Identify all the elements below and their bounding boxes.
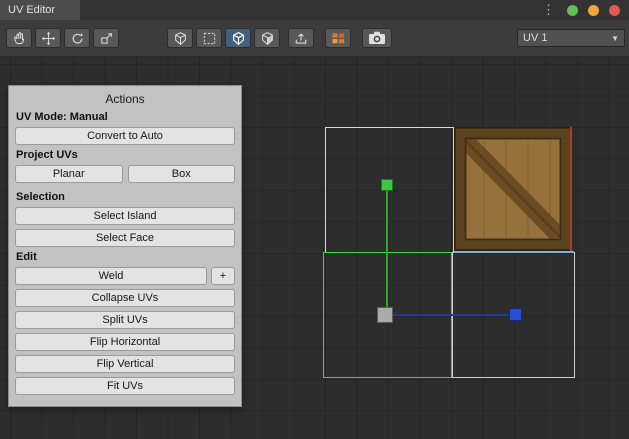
pan-tool-button[interactable] bbox=[6, 28, 32, 48]
gizmo-x-handle[interactable] bbox=[509, 308, 522, 321]
project-uvs-label: Project UVs bbox=[16, 149, 234, 161]
window-controls: ⋮ bbox=[542, 0, 620, 20]
uv-set-dropdown[interactable]: UV 1 ▼ bbox=[517, 29, 625, 47]
hand-icon bbox=[12, 31, 27, 46]
chevron-down-icon: ▼ bbox=[611, 34, 619, 43]
cube-outline-icon bbox=[173, 31, 188, 46]
window-button-yellow[interactable] bbox=[588, 5, 599, 16]
window-button-red[interactable] bbox=[609, 5, 620, 16]
scale-tool-button[interactable] bbox=[93, 28, 119, 48]
crate-texture-image bbox=[454, 127, 572, 251]
planar-button[interactable]: Planar bbox=[15, 165, 123, 183]
texture-preview-button[interactable] bbox=[325, 28, 351, 48]
gizmo-axis-y-line bbox=[386, 190, 388, 316]
scale-icon bbox=[99, 31, 114, 46]
flip-vertical-button[interactable]: Flip Vertical bbox=[15, 355, 235, 373]
select-mode-group bbox=[167, 28, 283, 48]
uv-editor-window: UV Editor ⋮ bbox=[0, 0, 629, 439]
camera-icon bbox=[368, 31, 386, 45]
gizmo-axis-x-line bbox=[393, 314, 511, 316]
edit-label: Edit bbox=[16, 251, 234, 263]
face-mode-button[interactable] bbox=[254, 28, 280, 48]
project-uvs-row: Planar Box bbox=[15, 165, 235, 187]
kebab-menu-icon[interactable]: ⋮ bbox=[542, 0, 555, 20]
split-uvs-button[interactable]: Split UVs bbox=[15, 311, 235, 329]
move-icon bbox=[41, 31, 56, 46]
convert-to-auto-button[interactable]: Convert to Auto bbox=[15, 127, 235, 145]
highlighted-edge-blue[interactable] bbox=[454, 251, 574, 253]
uv-set-value: UV 1 bbox=[523, 32, 547, 44]
select-face-button[interactable]: Select Face bbox=[15, 229, 235, 247]
object-mode-button[interactable] bbox=[167, 28, 193, 48]
title-bar: UV Editor ⋮ bbox=[0, 0, 629, 20]
box-button[interactable]: Box bbox=[128, 165, 236, 183]
window-button-green[interactable] bbox=[567, 5, 578, 16]
rotate-icon bbox=[70, 31, 85, 46]
transform-tool-group bbox=[6, 28, 122, 48]
weld-row: Weld + bbox=[15, 267, 235, 289]
selected-edge-red[interactable] bbox=[570, 127, 572, 251]
move-tool-button[interactable] bbox=[35, 28, 61, 48]
toolbar: UV 1 ▼ bbox=[0, 20, 629, 57]
actions-panel-title: Actions bbox=[15, 89, 235, 110]
export-arrow-icon bbox=[293, 31, 309, 46]
gizmo-pivot-handle[interactable] bbox=[377, 307, 393, 323]
save-uv-image-button[interactable] bbox=[362, 28, 392, 48]
actions-panel: Actions UV Mode: Manual Convert to Auto … bbox=[8, 85, 242, 407]
dashed-selection-icon bbox=[202, 31, 217, 46]
rotate-tool-button[interactable] bbox=[64, 28, 90, 48]
bricks-icon bbox=[331, 31, 346, 46]
uv-mode-label: UV Mode: Manual bbox=[15, 110, 235, 127]
collapse-uvs-button[interactable]: Collapse UVs bbox=[15, 289, 235, 307]
tab-uv-editor[interactable]: UV Editor bbox=[0, 0, 80, 20]
cube-shaded-icon bbox=[260, 31, 275, 46]
crate-texture-quad[interactable] bbox=[454, 127, 572, 251]
fit-uvs-button[interactable]: Fit UVs bbox=[15, 377, 235, 395]
flip-horizontal-button[interactable]: Flip Horizontal bbox=[15, 333, 235, 351]
gizmo-y-handle[interactable] bbox=[381, 179, 393, 191]
utility-group bbox=[288, 28, 395, 48]
vertex-mode-button[interactable] bbox=[196, 28, 222, 48]
weld-settings-button[interactable]: + bbox=[211, 267, 235, 285]
cube-highlight-icon bbox=[231, 31, 246, 46]
select-island-button[interactable]: Select Island bbox=[15, 207, 235, 225]
weld-button[interactable]: Weld bbox=[15, 267, 207, 285]
edge-mode-button[interactable] bbox=[225, 28, 251, 48]
export-uv-button[interactable] bbox=[288, 28, 314, 48]
selection-label: Selection bbox=[16, 191, 234, 203]
